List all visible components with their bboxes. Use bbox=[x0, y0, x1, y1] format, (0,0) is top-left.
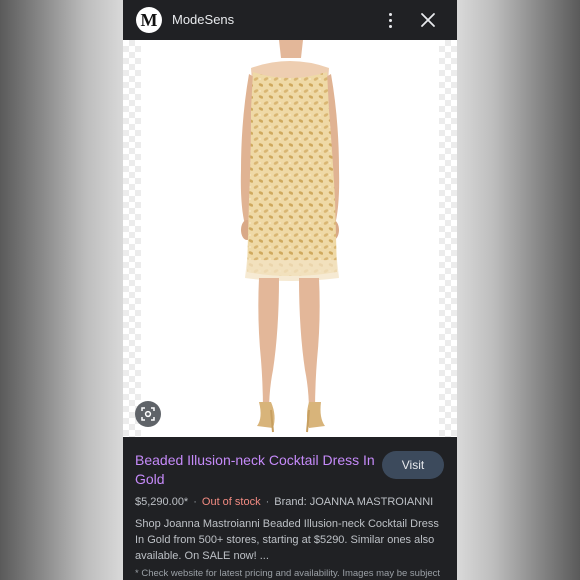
product-image[interactable] bbox=[123, 40, 457, 437]
dress-photo bbox=[240, 40, 340, 433]
logo-letter: M bbox=[140, 10, 158, 30]
product-meta-row: $5,290.00* · Out of stock · Brand: JOANNA MA… bbox=[135, 496, 455, 508]
product-title-link[interactable]: Beaded Illusion-neck Cocktail Dress In G… bbox=[135, 451, 375, 489]
product-description: Shop Joanna Mastroianni Beaded Illusion-… bbox=[135, 518, 439, 562]
product-price: $5,290.00* bbox=[135, 496, 189, 508]
blurred-background-left bbox=[0, 0, 123, 580]
visit-button[interactable]: Visit bbox=[382, 451, 444, 479]
close-icon[interactable] bbox=[419, 11, 437, 29]
lens-search-icon[interactable] bbox=[135, 401, 161, 427]
stock-status: Out of stock bbox=[201, 496, 261, 508]
phone-screen: M ModeSens Beaded Illusion-neck Cocktail… bbox=[123, 0, 457, 580]
product-brand: Brand: JOANNA MASTROIANNI bbox=[274, 496, 434, 508]
more-vert-icon[interactable] bbox=[385, 10, 395, 30]
top-bar: M ModeSens bbox=[123, 0, 457, 40]
footnote: * Check website for latest pricing and a… bbox=[135, 568, 441, 579]
product-info-panel: Beaded Illusion-neck Cocktail Dress In G… bbox=[123, 437, 457, 580]
meta-separator: · bbox=[265, 496, 270, 508]
site-name: ModeSens bbox=[172, 12, 235, 27]
blurred-background-right bbox=[457, 0, 580, 580]
modesens-logo[interactable]: M bbox=[136, 7, 162, 33]
meta-separator: · bbox=[193, 496, 197, 508]
